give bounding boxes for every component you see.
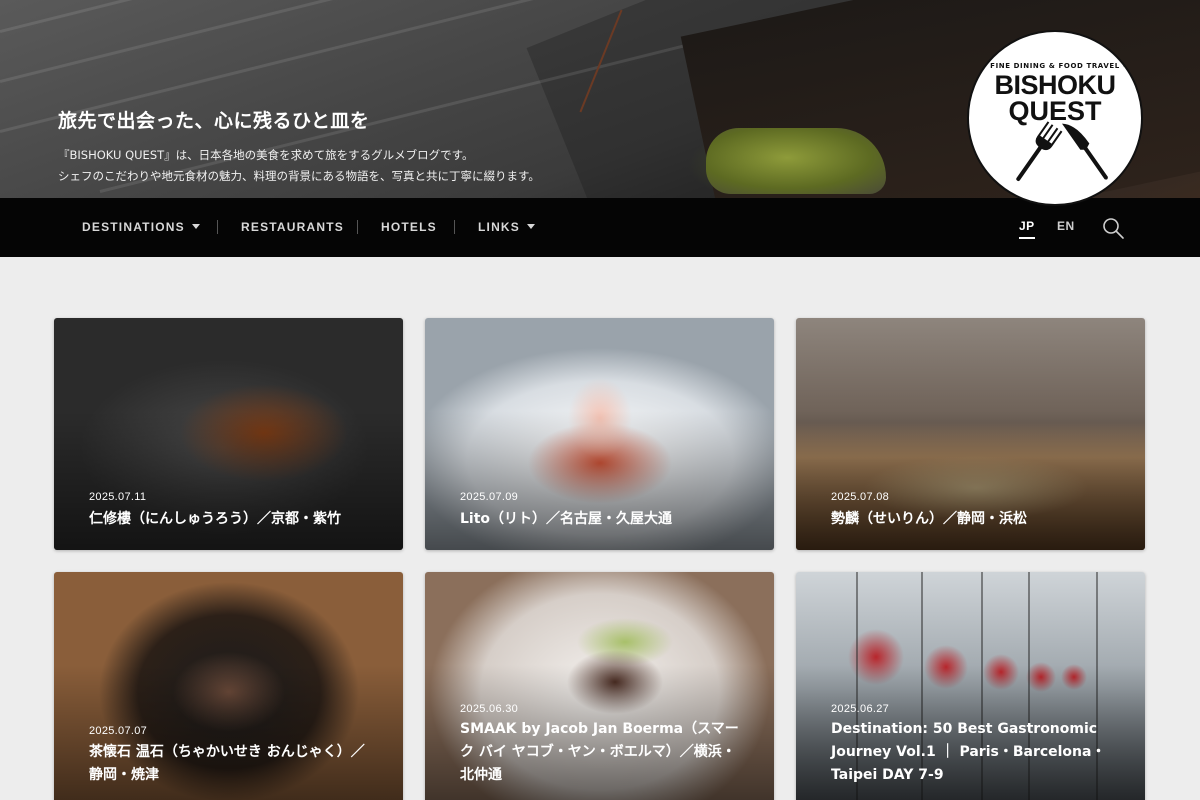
post-title: 仁修樓（にんしゅうろう）／京都・紫竹 bbox=[89, 511, 341, 527]
site-logo[interactable]: — FINE DINING & FOOD TRAVEL — BISHOKU QU… bbox=[967, 30, 1143, 206]
hero-desc-line1: 『BISHOKU QUEST』は、日本各地の美食を求めて旅をするグルメブログです… bbox=[58, 148, 474, 162]
lang-jp[interactable]: JP bbox=[1019, 219, 1035, 239]
nav-item-destinations[interactable]: DESTINATIONS bbox=[82, 220, 200, 234]
post-title: 茶懐石 温石（ちゃかいせき おんじゃく）／静岡・焼津 bbox=[89, 744, 365, 783]
post-date: 2025.06.30 bbox=[460, 703, 519, 715]
hero-text: 旅先で出会った、心に残るひと皿を 『BISHOKU QUEST』は、日本各地の美… bbox=[58, 106, 540, 187]
post-title: SMAAK by Jacob Jan Boerma（スマーク バイ ヤコブ・ヤン… bbox=[460, 721, 739, 783]
nav-divider bbox=[217, 220, 218, 234]
post-card[interactable]: 2025.07.09 Lito（リト）／名古屋・久屋大通 bbox=[425, 318, 774, 550]
nav-item-links[interactable]: LINKS bbox=[478, 220, 535, 234]
nav-item-label: LINKS bbox=[478, 220, 520, 234]
nav-item-restaurants[interactable]: RESTAURANTS bbox=[241, 220, 344, 234]
post-card[interactable]: 2025.07.08 勢麟（せいりん）／静岡・浜松 bbox=[796, 318, 1145, 550]
main-nav: DESTINATIONS RESTAURANTS HOTELS LINKS JP… bbox=[0, 198, 1200, 257]
fork-knife-icon bbox=[1016, 121, 1108, 181]
post-card[interactable]: 2025.07.07 茶懐石 温石（ちゃかいせき おんじゃく）／静岡・焼津 bbox=[54, 572, 403, 800]
nav-item-hotels[interactable]: HOTELS bbox=[381, 220, 437, 234]
post-date: 2025.06.27 bbox=[831, 703, 890, 715]
search-icon[interactable] bbox=[1101, 216, 1125, 240]
nav-item-label: DESTINATIONS bbox=[82, 220, 185, 234]
post-date: 2025.07.11 bbox=[89, 491, 147, 503]
nav-divider bbox=[357, 220, 358, 234]
post-date: 2025.07.09 bbox=[460, 491, 519, 503]
post-card[interactable]: 2025.07.11 仁修樓（にんしゅうろう）／京都・紫竹 bbox=[54, 318, 403, 550]
chevron-down-icon bbox=[191, 224, 200, 229]
lang-en[interactable]: EN bbox=[1057, 219, 1075, 233]
post-title: Destination: 50 Best Gastronomic Journey… bbox=[831, 721, 1106, 783]
post-date: 2025.07.08 bbox=[831, 491, 890, 503]
moss-stone bbox=[706, 128, 886, 194]
nav-item-label: HOTELS bbox=[381, 220, 437, 234]
post-title: Lito（リト）／名古屋・久屋大通 bbox=[460, 511, 673, 527]
post-card[interactable]: 2025.06.30 SMAAK by Jacob Jan Boerma（スマー… bbox=[425, 572, 774, 800]
nav-divider bbox=[454, 220, 455, 234]
nav-item-label: RESTAURANTS bbox=[241, 220, 344, 234]
hero-desc-line2: シェフのこだわりや地元食材の魅力、料理の背景にある物語を、写真と共に丁寧に綴りま… bbox=[58, 169, 540, 183]
chevron-down-icon bbox=[527, 224, 535, 229]
hero-title: 旅先で出会った、心に残るひと皿を bbox=[58, 110, 370, 132]
post-title: 勢麟（せいりん）／静岡・浜松 bbox=[831, 511, 1027, 527]
post-card[interactable]: 2025.06.27 Destination: 50 Best Gastrono… bbox=[796, 572, 1145, 800]
post-date: 2025.07.07 bbox=[89, 725, 148, 737]
